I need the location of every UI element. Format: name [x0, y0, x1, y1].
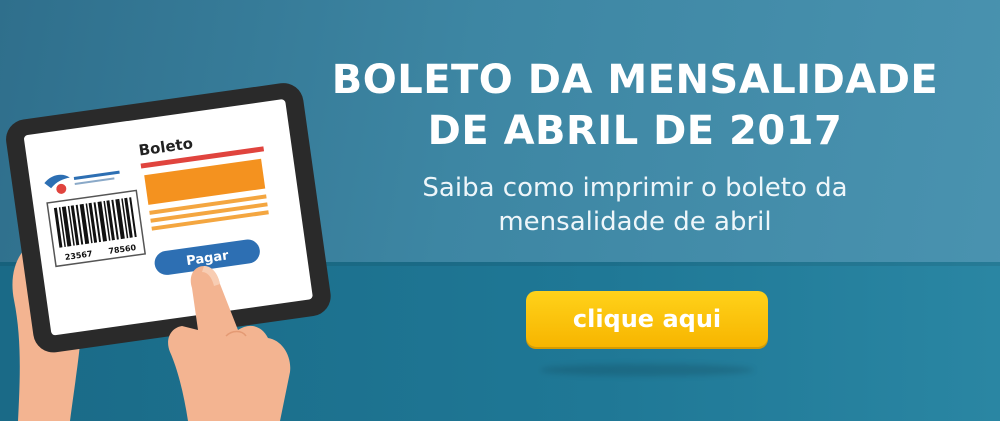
cta-label: clique aqui	[572, 305, 722, 333]
headline-line-2: DE ABRIL DE 2017	[427, 108, 843, 154]
barcode-icon: 23567 78560	[46, 189, 147, 268]
clique-aqui-button[interactable]: clique aqui	[526, 291, 768, 347]
promo-banner[interactable]: BOLETO DA MENSALIDADE DE ABRIL DE 2017 S…	[0, 0, 1000, 421]
subtitle-line-1: Saiba como imprimir o boleto da	[422, 173, 848, 203]
tablet-illustration: 23567 78560 Boleto Pagar	[6, 83, 331, 421]
headline-line-1: BOLETO DA MENSALIDADE	[331, 57, 939, 103]
subtitle-line-2: mensalidade de abril	[498, 207, 772, 237]
